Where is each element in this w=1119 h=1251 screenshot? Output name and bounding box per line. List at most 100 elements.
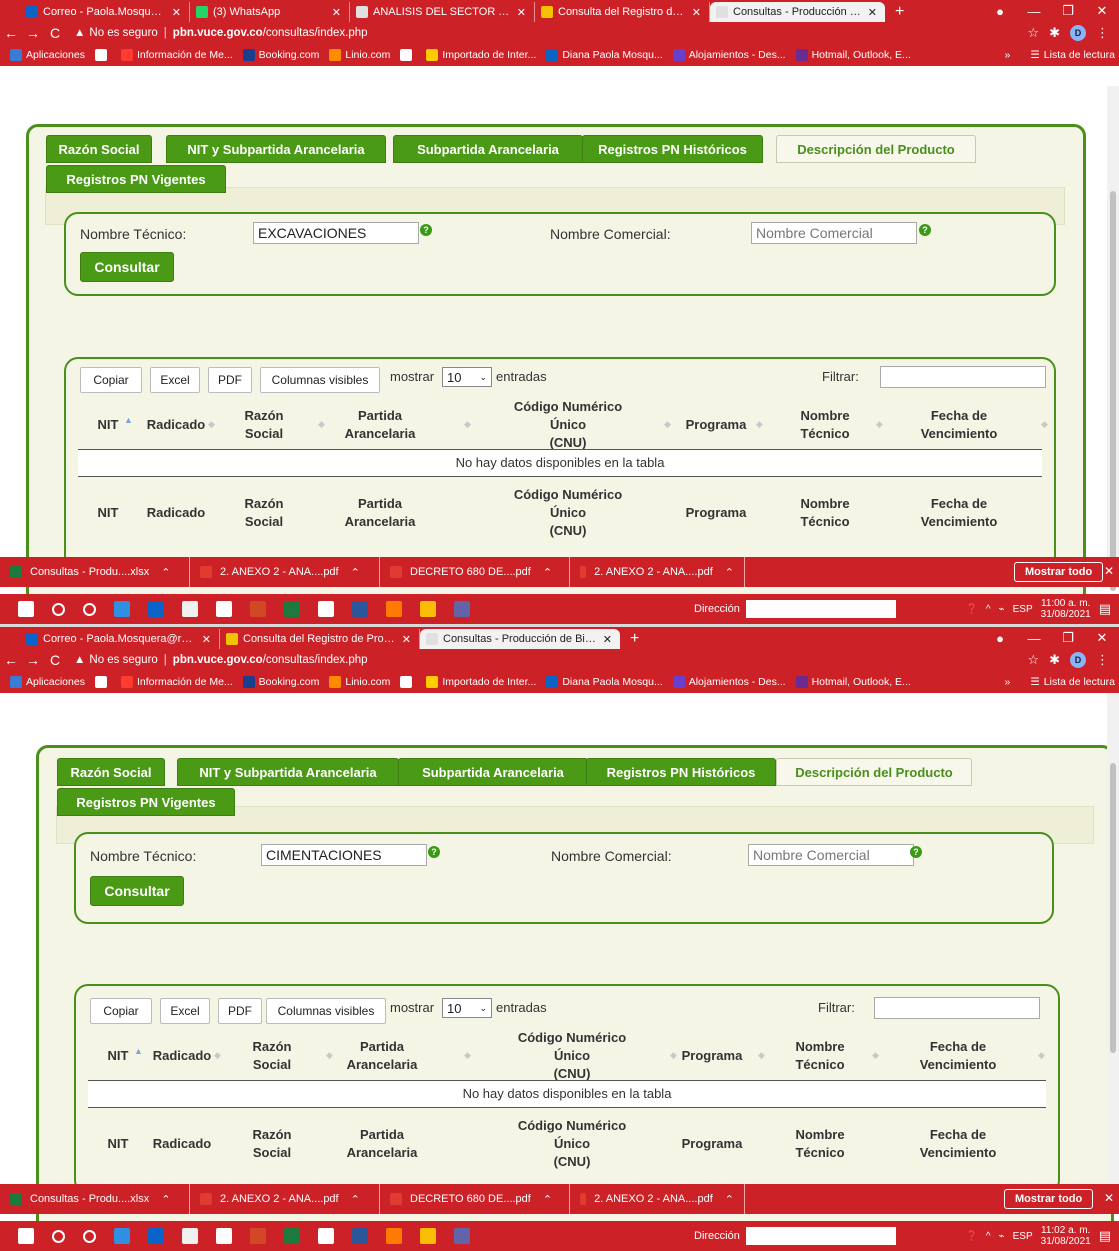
help-tray-icon[interactable]: ❓ [965, 604, 977, 615]
download-item[interactable]: DECRETO 680 DE....pdf ⌃ [380, 557, 570, 587]
tab-nit-y-subpartida-arancelaria[interactable]: NIT y Subpartida Arancelaria [166, 135, 386, 163]
bookmark-item[interactable]: Diana Paola Mosqu... [546, 676, 663, 688]
scrollbar-thumb[interactable] [1110, 763, 1116, 1053]
chevron-up-icon[interactable]: ⌃ [161, 566, 170, 579]
minimize-icon[interactable]: — [1017, 4, 1051, 19]
column-header[interactable]: Razón Social [204, 405, 324, 445]
page-scrollbar[interactable] [1107, 693, 1119, 1184]
close-icon[interactable]: ✕ [402, 633, 411, 646]
tripadvisor-icon[interactable] [318, 601, 334, 617]
copy-button[interactable]: Copiar [80, 367, 142, 393]
reload-icon[interactable]: C [44, 652, 66, 668]
back-icon[interactable]: ← [0, 25, 22, 41]
nombre-comercial-input[interactable]: Nombre Comercial [751, 222, 917, 244]
bookmark-item[interactable] [94, 676, 111, 688]
bookmark-item[interactable]: Información de Me... [120, 49, 233, 61]
bookmark-item[interactable]: Hotmail, Outlook, E... [795, 49, 911, 61]
column-header[interactable]: Partida Arancelaria [320, 405, 440, 445]
language-indicator[interactable]: ESP [1013, 604, 1033, 615]
new-tab-icon[interactable]: + [885, 2, 914, 22]
bookmark-item[interactable]: Hotmail, Outlook, E... [795, 676, 911, 688]
show-all-downloads-button[interactable]: Mostrar todo [1004, 1189, 1094, 1209]
bookmark-item[interactable]: Importado de Inter... [426, 49, 536, 61]
bookmark-item[interactable]: Aplicaciones [10, 676, 85, 688]
column-header[interactable]: Razón Social [212, 1036, 332, 1076]
browser-tab[interactable]: Consulta del Registro de Pro ✕ [535, 2, 710, 22]
task-view-icon[interactable] [83, 602, 96, 616]
download-item[interactable]: Consultas - Produ....xlsx ⌃ [0, 1184, 190, 1214]
close-downloads-icon[interactable]: ✕ [1104, 564, 1114, 578]
close-icon[interactable]: ✕ [517, 6, 526, 19]
close-icon[interactable]: ✕ [868, 6, 877, 19]
browser-tab[interactable]: Consultas - Producción de Biene ✕ [420, 629, 620, 649]
teams-icon[interactable] [454, 601, 470, 617]
search-icon[interactable] [52, 1229, 65, 1243]
bookmark-item[interactable]: Linio.com [329, 49, 390, 61]
column-header[interactable]: Fecha de Vencimiento [899, 405, 1019, 445]
avatar[interactable]: D [1070, 652, 1086, 668]
close-icon[interactable]: ✕ [692, 6, 701, 19]
menu-icon[interactable]: ⋮ [1096, 652, 1109, 668]
browser-tab[interactable]: Correo - Paola.Mosquera@renov ✕ [20, 629, 220, 649]
help-icon[interactable]: ? [919, 224, 931, 236]
close-icon[interactable]: ✕ [332, 6, 341, 19]
column-header[interactable]: Nombre Técnico [760, 1036, 880, 1076]
tab-nit-y-subpartida-arancelaria[interactable]: NIT y Subpartida Arancelaria [177, 758, 399, 786]
chevron-up-icon[interactable]: ^ [986, 1231, 991, 1242]
tab-registros-pn-historicos[interactable]: Registros PN Históricos [586, 758, 776, 786]
tab-razon-social[interactable]: Razón Social [46, 135, 152, 163]
excel-button[interactable]: Excel [150, 367, 200, 393]
url-field[interactable]: ▲ No es seguro | pbn.vuce.gov.co/consultas/… [74, 24, 1027, 42]
new-tab-icon[interactable]: + [620, 629, 649, 649]
show-all-downloads-button[interactable]: Mostrar todo [1014, 562, 1104, 582]
column-header[interactable]: Código Numérico Único (CNU) [512, 1030, 632, 1081]
more-bookmarks-icon[interactable]: » [1005, 676, 1011, 688]
bookmark-item[interactable]: Diana Paola Mosqu... [546, 49, 663, 61]
profile-menu-icon[interactable]: ● [983, 631, 1017, 646]
address-toolbar-input[interactable] [745, 600, 896, 618]
scrollbar-thumb[interactable] [1110, 191, 1116, 591]
page-scrollbar[interactable] [1107, 86, 1119, 591]
store-icon[interactable] [182, 1228, 198, 1244]
column-header[interactable]: Nombre Técnico [765, 405, 885, 445]
chevron-up-icon[interactable]: ⌃ [725, 566, 734, 579]
close-icon[interactable]: ✕ [603, 633, 612, 646]
task-view-icon[interactable] [83, 1229, 96, 1243]
tab-registros-pn-historicos[interactable]: Registros PN Históricos [582, 135, 763, 163]
download-item[interactable]: 2. ANEXO 2 - ANA....pdf ⌃ [190, 557, 380, 587]
bookmark-item[interactable]: Booking.com [242, 49, 319, 61]
close-downloads-icon[interactable]: ✕ [1104, 1191, 1114, 1205]
column-header[interactable]: Programa [652, 1036, 772, 1076]
consultar-button[interactable]: Consultar [90, 876, 184, 906]
download-item[interactable]: DECRETO 680 DE....pdf ⌃ [380, 1184, 570, 1214]
chevron-up-icon[interactable]: ⌃ [725, 1193, 734, 1206]
nombre-tecnico-input[interactable]: CIMENTACIONES [261, 844, 427, 866]
download-item[interactable]: Consultas - Produ....xlsx ⌃ [0, 557, 190, 587]
star-icon[interactable]: ☆ [1027, 25, 1039, 41]
more-bookmarks-icon[interactable]: » [1005, 49, 1011, 61]
chevron-up-icon[interactable]: ⌃ [351, 566, 360, 579]
tripadvisor-icon[interactable] [318, 1228, 334, 1244]
bookmark-item[interactable] [94, 49, 111, 61]
bookmark-item[interactable]: Aplicaciones [10, 49, 85, 61]
bookmark-item[interactable]: Importado de Inter... [426, 676, 536, 688]
avatar[interactable]: D [1070, 25, 1086, 41]
network-icon[interactable]: ⌁ [999, 1231, 1005, 1242]
extensions-icon[interactable]: ✱ [1049, 25, 1060, 41]
nombre-comercial-input[interactable]: Nombre Comercial [748, 844, 914, 866]
bookmark-item[interactable]: Información de Me... [120, 676, 233, 688]
star-icon[interactable]: ☆ [1027, 652, 1039, 668]
notification-icon[interactable]: ▤ [1099, 601, 1111, 617]
copy-button[interactable]: Copiar [90, 998, 152, 1024]
tab-razon-social[interactable]: Razón Social [57, 758, 165, 786]
bookmark-item[interactable]: Booking.com [242, 676, 319, 688]
outlook-icon[interactable] [148, 601, 164, 617]
bookmark-item[interactable] [400, 676, 416, 688]
consultar-button[interactable]: Consultar [80, 252, 174, 282]
extensions-icon[interactable]: ✱ [1049, 652, 1060, 668]
profile-menu-icon[interactable]: ● [983, 4, 1017, 19]
address-toolbar-input[interactable] [745, 1227, 896, 1245]
help-tray-icon[interactable]: ❓ [965, 1231, 977, 1242]
start-tiles-icon[interactable] [114, 1228, 130, 1244]
chrome-icon[interactable] [420, 601, 436, 617]
